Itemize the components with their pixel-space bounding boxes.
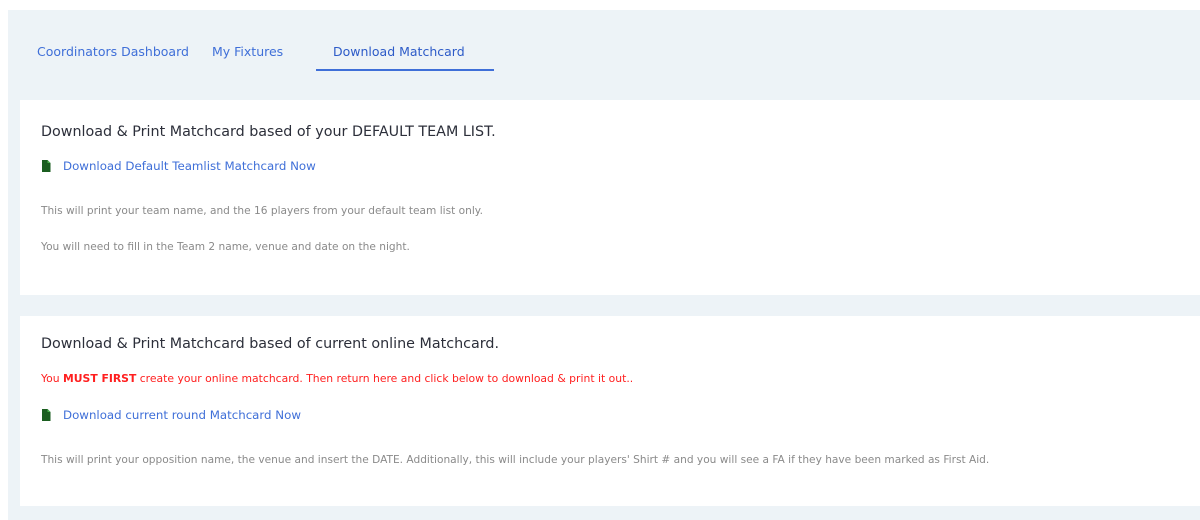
page: Coordinators Dashboard My Fixtures Downl…	[0, 0, 1200, 520]
warning-suffix: create your online matchcard. Then retur…	[136, 372, 634, 385]
default-team-description-1: This will print your team name, and the …	[41, 205, 483, 217]
warning-prefix: You	[41, 372, 64, 385]
tab-my-fixtures[interactable]: My Fixtures	[212, 44, 283, 59]
online-matchcard-warning: You MUST FIRST create your online matchc…	[41, 372, 633, 385]
default-team-description-2: You will need to fill in the Team 2 name…	[41, 241, 410, 253]
tab-coordinators-dashboard[interactable]: Coordinators Dashboard	[37, 44, 189, 59]
download-default-teamlist-label: Download Default Teamlist Matchcard Now	[63, 159, 316, 173]
active-tab-underline	[316, 69, 494, 71]
online-matchcard-card-title: Download & Print Matchcard based of curr…	[41, 336, 500, 352]
default-team-card-title: Download & Print Matchcard based of your…	[41, 124, 496, 140]
warning-bold: MUST FIRST	[63, 372, 137, 385]
tab-bar: Coordinators Dashboard My Fixtures Downl…	[8, 10, 528, 72]
online-matchcard-card: Download & Print Matchcard based of curr…	[20, 316, 1200, 506]
download-current-round-link[interactable]: Download current round Matchcard Now	[41, 408, 301, 422]
online-matchcard-description: This will print your opposition name, th…	[41, 454, 990, 466]
default-team-card: Download & Print Matchcard based of your…	[20, 100, 1200, 295]
download-current-round-label: Download current round Matchcard Now	[63, 408, 301, 422]
file-icon	[41, 160, 51, 172]
file-icon	[41, 409, 51, 421]
tab-download-matchcard[interactable]: Download Matchcard	[333, 44, 465, 59]
download-default-teamlist-link[interactable]: Download Default Teamlist Matchcard Now	[41, 159, 316, 173]
